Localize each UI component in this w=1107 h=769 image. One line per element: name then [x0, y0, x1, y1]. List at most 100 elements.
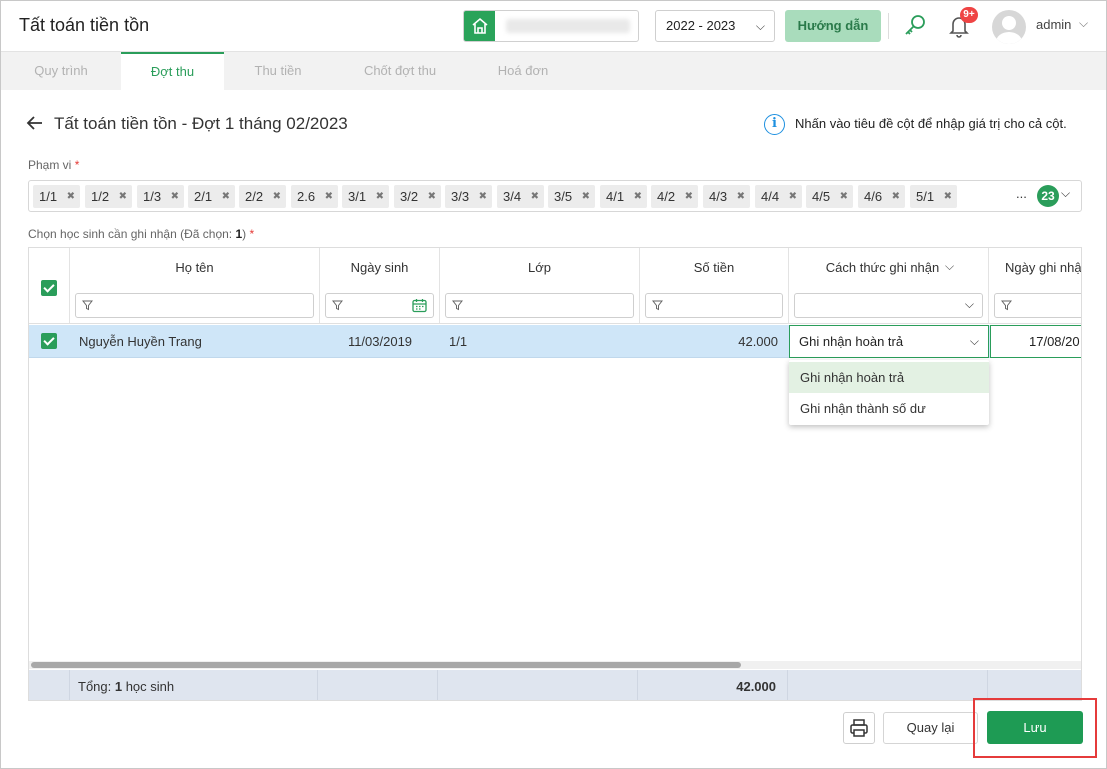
- record-date-input[interactable]: 17/08/20: [990, 325, 1081, 358]
- school-year-value: 2022 - 2023: [666, 18, 736, 33]
- name-filter-input[interactable]: [75, 293, 314, 318]
- more-chips-indicator: ...: [1016, 186, 1027, 201]
- horizontal-scrollbar[interactable]: [29, 661, 1081, 669]
- user-name[interactable]: admin: [1036, 17, 1071, 32]
- divider: [888, 13, 889, 39]
- page-title: Tất toán tiền tồn - Đợt 1 tháng 02/2023: [54, 114, 348, 133]
- method-select[interactable]: Ghi nhận hoàn trả ⌵: [789, 325, 989, 358]
- scope-chip[interactable]: 3/2 ✖: [394, 185, 441, 208]
- student-class: 1/1: [449, 334, 468, 349]
- close-icon[interactable]: ✖: [531, 185, 539, 208]
- close-icon[interactable]: ✖: [582, 185, 590, 208]
- col-name[interactable]: Họ tên: [70, 248, 320, 287]
- scrollbar-thumb[interactable]: [31, 662, 741, 668]
- scope-chip[interactable]: 3/3 ✖: [445, 185, 492, 208]
- close-icon[interactable]: ✖: [840, 185, 848, 208]
- close-icon[interactable]: ✖: [222, 185, 230, 208]
- amount-filter-input[interactable]: [645, 293, 783, 318]
- close-icon[interactable]: ✖: [376, 185, 384, 208]
- avatar[interactable]: [992, 10, 1026, 44]
- scope-label: Phạm vi *: [28, 158, 80, 172]
- scope-multiselect[interactable]: 1/1 ✖ 1/2 ✖ 1/3 ✖ 2/1 ✖ 2/2 ✖ 2.6 ✖ 3/1 ✖ 3/2 ✖ …: [28, 180, 1082, 212]
- info-hint: Nhấn vào tiêu đề cột để nhập giá trị cho…: [795, 116, 1067, 131]
- chevron-down-icon[interactable]: ⌵: [1061, 186, 1070, 201]
- tab-chot-dot-thu[interactable]: Chốt đợt thu: [332, 52, 468, 90]
- scope-chip[interactable]: 1/1 ✖: [33, 185, 80, 208]
- total-students: Tổng: 1 học sinh: [78, 679, 175, 694]
- scope-chip[interactable]: 2/1 ✖: [188, 185, 235, 208]
- scope-chip[interactable]: 4/1 ✖: [600, 185, 647, 208]
- dropdown-option-refund[interactable]: Ghi nhận hoàn trả: [789, 362, 989, 393]
- dob-filter-input[interactable]: [325, 293, 434, 318]
- app-window: Tất toán tiền tồn 2022 - 2023 ⌵ Hướng dẫ…: [0, 0, 1107, 769]
- table-row[interactable]: Nguyễn Huyền Trang 11/03/2019 1/1 42.000…: [29, 325, 1081, 358]
- scope-chip[interactable]: 3/5 ✖: [548, 185, 595, 208]
- date-filter-input[interactable]: [994, 293, 1081, 318]
- method-dropdown-menu: Ghi nhận hoàn trả Ghi nhận thành số dư: [789, 360, 989, 425]
- scope-chip[interactable]: 3/4 ✖: [497, 185, 544, 208]
- school-home-icon: [464, 11, 495, 41]
- tab-bar: Quy trình Đợt thu Thu tiền Chốt đợt thu …: [1, 52, 1106, 90]
- school-year-select[interactable]: 2022 - 2023 ⌵: [655, 10, 775, 42]
- close-icon[interactable]: ✖: [685, 185, 693, 208]
- student-dob: 11/03/2019: [347, 334, 413, 349]
- scope-chip[interactable]: 4/3 ✖: [703, 185, 750, 208]
- close-icon[interactable]: ✖: [737, 185, 745, 208]
- student-name: Nguyễn Huyền Trang: [79, 334, 202, 349]
- scope-chip[interactable]: 3/1 ✖: [342, 185, 389, 208]
- grid-filter-row: ⌵: [29, 287, 1081, 324]
- close-icon[interactable]: ✖: [119, 185, 127, 208]
- app-title: Tất toán tiền tồn: [19, 15, 150, 35]
- printer-icon: [850, 719, 868, 737]
- chevron-down-icon[interactable]: ⌵: [1079, 16, 1088, 31]
- close-icon[interactable]: ✖: [944, 185, 952, 208]
- selection-label: Chọn học sinh cần ghi nhận (Đã chọn: 1) …: [28, 227, 255, 241]
- scope-chip[interactable]: 4/2 ✖: [651, 185, 698, 208]
- filter-icon: [652, 300, 663, 311]
- scope-chip[interactable]: 4/5 ✖: [806, 185, 853, 208]
- close-icon[interactable]: ✖: [892, 185, 900, 208]
- scope-chip[interactable]: 4/6 ✖: [858, 185, 905, 208]
- chevron-down-icon[interactable]: ⌵: [945, 259, 954, 274]
- scope-chip[interactable]: 1/2 ✖: [85, 185, 132, 208]
- scope-chip[interactable]: 2.6 ✖: [291, 185, 338, 208]
- search-key-icon[interactable]: [901, 12, 929, 40]
- tab-dot-thu[interactable]: Đợt thu: [121, 52, 224, 90]
- top-bar: Tất toán tiền tồn 2022 - 2023 ⌵ Hướng dẫ…: [1, 1, 1106, 52]
- col-class[interactable]: Lớp: [440, 248, 640, 287]
- class-filter-input[interactable]: [445, 293, 634, 318]
- scope-chip[interactable]: 4/4 ✖: [755, 185, 802, 208]
- close-icon[interactable]: ✖: [325, 185, 333, 208]
- select-all-column: [29, 248, 70, 296]
- grid-footer-row: Tổng: 1 học sinh 42.000: [29, 670, 1081, 700]
- print-button[interactable]: [843, 712, 875, 744]
- back-button[interactable]: Quay lại: [883, 712, 978, 744]
- tab-quy-trinh[interactable]: Quy trình: [1, 52, 121, 90]
- dropdown-option-balance[interactable]: Ghi nhận thành số dư: [789, 393, 989, 424]
- close-icon[interactable]: ✖: [789, 185, 797, 208]
- method-filter-select[interactable]: ⌵: [794, 293, 983, 318]
- close-icon[interactable]: ✖: [428, 185, 436, 208]
- close-icon[interactable]: ✖: [634, 185, 642, 208]
- guide-button[interactable]: Hướng dẫn: [785, 10, 881, 42]
- close-icon[interactable]: ✖: [67, 185, 75, 208]
- tab-hoa-don[interactable]: Hoá đơn: [468, 52, 578, 90]
- chevron-down-icon[interactable]: ⌵: [965, 297, 974, 312]
- col-dob[interactable]: Ngày sinh: [320, 248, 440, 287]
- tab-thu-tien[interactable]: Thu tiền: [224, 52, 332, 90]
- row-checkbox[interactable]: [41, 333, 57, 349]
- scope-chip[interactable]: 5/1 ✖: [910, 185, 957, 208]
- school-selector[interactable]: [463, 10, 639, 42]
- back-arrow-icon[interactable]: [25, 113, 45, 133]
- method-value: Ghi nhận hoàn trả: [799, 334, 904, 349]
- scope-chip[interactable]: 2/2 ✖: [239, 185, 286, 208]
- close-icon[interactable]: ✖: [171, 185, 179, 208]
- col-date[interactable]: Ngày ghi nhận: [989, 248, 1081, 287]
- chevron-down-icon[interactable]: ⌵: [970, 326, 979, 357]
- col-method[interactable]: Cách thức ghi nhận ⌵: [789, 248, 989, 287]
- close-icon[interactable]: ✖: [273, 185, 281, 208]
- grid-header-row: Họ tên Ngày sinh Lớp Số tiền Cách thức g…: [29, 248, 1081, 296]
- close-icon[interactable]: ✖: [479, 185, 487, 208]
- scope-chip[interactable]: 1/3 ✖: [137, 185, 184, 208]
- col-amount[interactable]: Số tiền: [640, 248, 789, 287]
